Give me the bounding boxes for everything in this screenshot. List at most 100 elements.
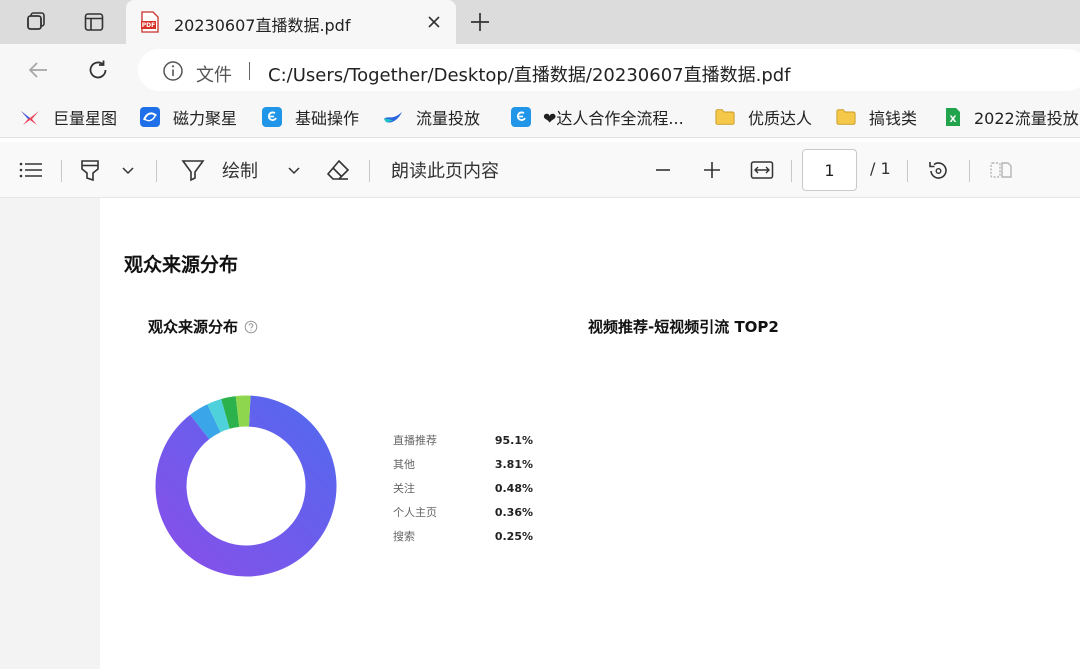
tab-active[interactable]: PDF 20230607直播数据.pdf: [126, 0, 456, 44]
plus-icon: [471, 13, 489, 31]
arrow-left-icon: [28, 62, 47, 78]
rotate-icon: [929, 162, 947, 179]
legend-label: 关注: [393, 482, 415, 495]
info-icon[interactable]: [162, 60, 184, 82]
bookmark-label: ❤达人合作全流程...: [543, 109, 684, 128]
read-aloud-button[interactable]: 朗读此页内容: [391, 156, 511, 184]
bookmark-xingtu[interactable]: 巨量星图: [20, 104, 117, 130]
vertical-tabs-icon: [84, 13, 104, 31]
navigation-bar: 文件 C:/Users/Together/Desktop/直播数据/202306…: [0, 44, 1080, 96]
refresh-icon: [89, 60, 107, 79]
toolbar-separator: [61, 160, 62, 182]
cili-logo-icon: [140, 107, 160, 127]
page-number-input[interactable]: 1: [802, 149, 857, 191]
legend-value: 0.36%: [494, 505, 533, 519]
draw-label: 绘制: [222, 161, 258, 182]
right-card-title: 视频推荐-短视频引流 TOP2: [588, 318, 779, 336]
bookmark-cili[interactable]: 磁力聚星: [140, 104, 237, 130]
bookmark-cooperation[interactable]: ❤达人合作全流程...: [543, 104, 684, 130]
tab-title: 20230607直播数据.pdf: [174, 16, 351, 35]
back-button[interactable]: [22, 54, 54, 86]
close-icon: [428, 16, 440, 28]
toolbar-separator: [791, 160, 792, 182]
donut-slice-2: [207, 398, 230, 433]
bookmark-quality-talent[interactable]: 优质达人: [715, 104, 812, 130]
highlight-button[interactable]: [78, 156, 102, 184]
svg-text:X: X: [950, 115, 957, 125]
bookmark-excel-traffic[interactable]: X 2022流量投放: [943, 104, 1079, 130]
workspaces-icon: [27, 12, 45, 30]
workspaces-button[interactable]: [18, 6, 54, 38]
folder-icon: [836, 109, 856, 125]
refresh-button[interactable]: [82, 54, 114, 86]
chevron-down-icon: [288, 167, 300, 175]
bookmark-label: 优质达人: [748, 109, 813, 128]
legend-label: 其他: [393, 458, 415, 471]
legend-value: 3.81%: [494, 457, 533, 471]
excel-icon: X: [946, 108, 960, 126]
donut-slice-3: [221, 396, 240, 429]
legend-item: 个人主页 0.36%: [393, 500, 533, 524]
read-aloud-label: 朗读此页内容: [391, 161, 499, 182]
pdf-file-icon: PDF: [141, 11, 159, 33]
eraser-icon: [326, 159, 350, 180]
legend-label: 直播推荐: [393, 434, 437, 447]
xingtu-logo-icon: [21, 111, 39, 125]
zoom-out-button[interactable]: [650, 156, 676, 184]
erase-button[interactable]: [324, 156, 352, 184]
chevron-down-icon: [122, 167, 134, 175]
pdf-viewer[interactable]: 观众来源分布 观众来源分布 视频推荐-短视频引流 TOP2 直播推荐 95.1% 其…: [0, 198, 1080, 669]
draw-options-dropdown[interactable]: [284, 156, 304, 184]
legend-item: 其他 3.81%: [393, 452, 533, 476]
fit-width-icon: [750, 161, 774, 179]
minus-icon: [656, 169, 670, 171]
bookmark-traffic[interactable]: 流量投放: [383, 104, 480, 130]
chart-legend: 直播推荐 95.1% 其他 3.81% 关注 0.48% 个人主页 0.36% 搜索 0.25%: [393, 428, 533, 548]
bookmark-ocean-engine[interactable]: [511, 104, 544, 130]
question-circle-icon: [244, 320, 258, 333]
bookmark-label: 2022流量投放: [974, 109, 1079, 128]
new-tab-button[interactable]: [464, 6, 496, 38]
bookmark-label: 基础操作: [295, 109, 360, 128]
section-title: 观众来源分布: [124, 254, 239, 276]
ocean-engine-icon: [262, 107, 282, 127]
two-page-view-button[interactable]: [988, 156, 1014, 184]
draw-button[interactable]: 绘制: [180, 156, 266, 184]
ocean-engine-icon: [511, 107, 531, 127]
bookmark-money[interactable]: 搞钱类: [836, 104, 917, 130]
two-page-icon: [990, 162, 1012, 178]
highlighter-icon: [81, 160, 99, 182]
folder-icon: [715, 109, 735, 125]
legend-label: 搜索: [393, 530, 415, 543]
pdf-toolbar: 绘制 朗读此页内容 1 / 1: [0, 142, 1080, 198]
address-separator: [249, 62, 250, 80]
tab-strip: PDF 20230607直播数据.pdf: [0, 0, 1080, 44]
tab-actions-button[interactable]: [76, 6, 112, 38]
legend-value: 0.25%: [494, 529, 533, 543]
bookmark-basic-ops[interactable]: 基础操作: [262, 104, 359, 130]
scheme-label: 文件: [196, 65, 232, 86]
rotate-button[interactable]: [924, 156, 952, 184]
toolbar-separator: [969, 160, 970, 182]
card-title-text: 观众来源分布: [148, 318, 239, 336]
highlight-options-dropdown[interactable]: [118, 156, 138, 184]
donut-slice-1: [190, 404, 221, 440]
contents-button[interactable]: [18, 156, 44, 184]
zoom-in-button[interactable]: [699, 156, 725, 184]
bookmark-label: 巨量星图: [53, 109, 118, 128]
page-total: / 1: [870, 159, 891, 178]
fit-to-width-button[interactable]: [748, 156, 776, 184]
legend-label: 个人主页: [393, 506, 437, 519]
tab-close-button[interactable]: [422, 10, 446, 34]
plus-icon: [704, 162, 720, 178]
bookmark-label: 流量投放: [416, 109, 481, 128]
audience-source-donut-chart: [155, 395, 337, 577]
card-title: 观众来源分布: [148, 316, 258, 337]
legend-value: 0.48%: [494, 481, 533, 495]
legend-item: 直播推荐 95.1%: [393, 428, 533, 452]
toolbar-separator: [156, 160, 157, 182]
address-bar[interactable]: 文件 C:/Users/Together/Desktop/直播数据/202306…: [138, 49, 1080, 91]
pdf-favicon-text: PDF: [142, 22, 155, 29]
legend-item: 关注 0.48%: [393, 476, 533, 500]
address-url[interactable]: C:/Users/Together/Desktop/直播数据/20230607直…: [268, 61, 791, 87]
